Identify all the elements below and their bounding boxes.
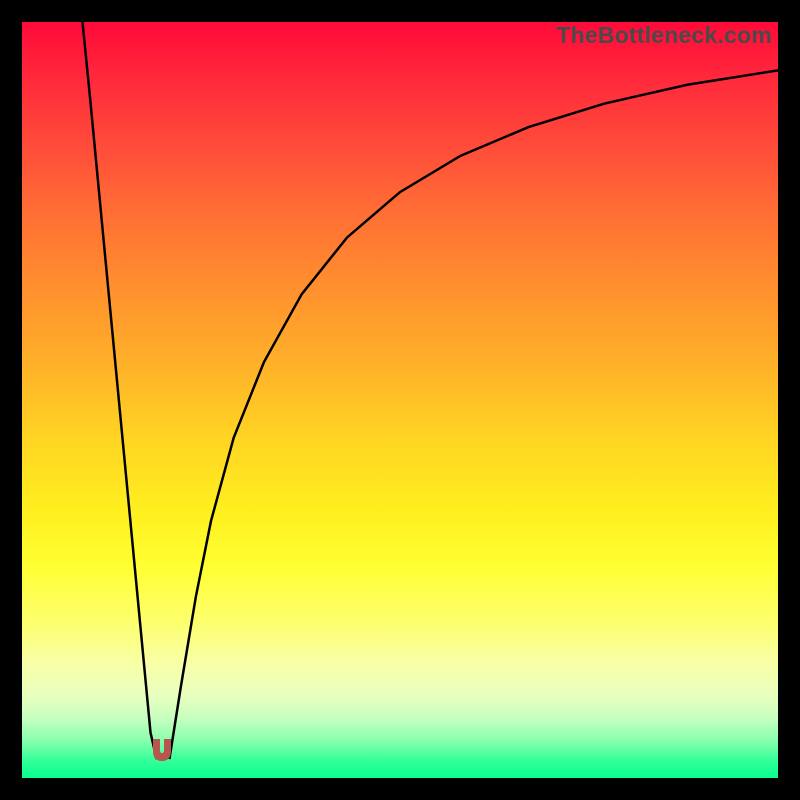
chart-frame: TheBottleneck.com	[0, 0, 800, 800]
bottleneck-curve	[22, 22, 778, 778]
chart-plot-area: TheBottleneck.com	[22, 22, 778, 778]
